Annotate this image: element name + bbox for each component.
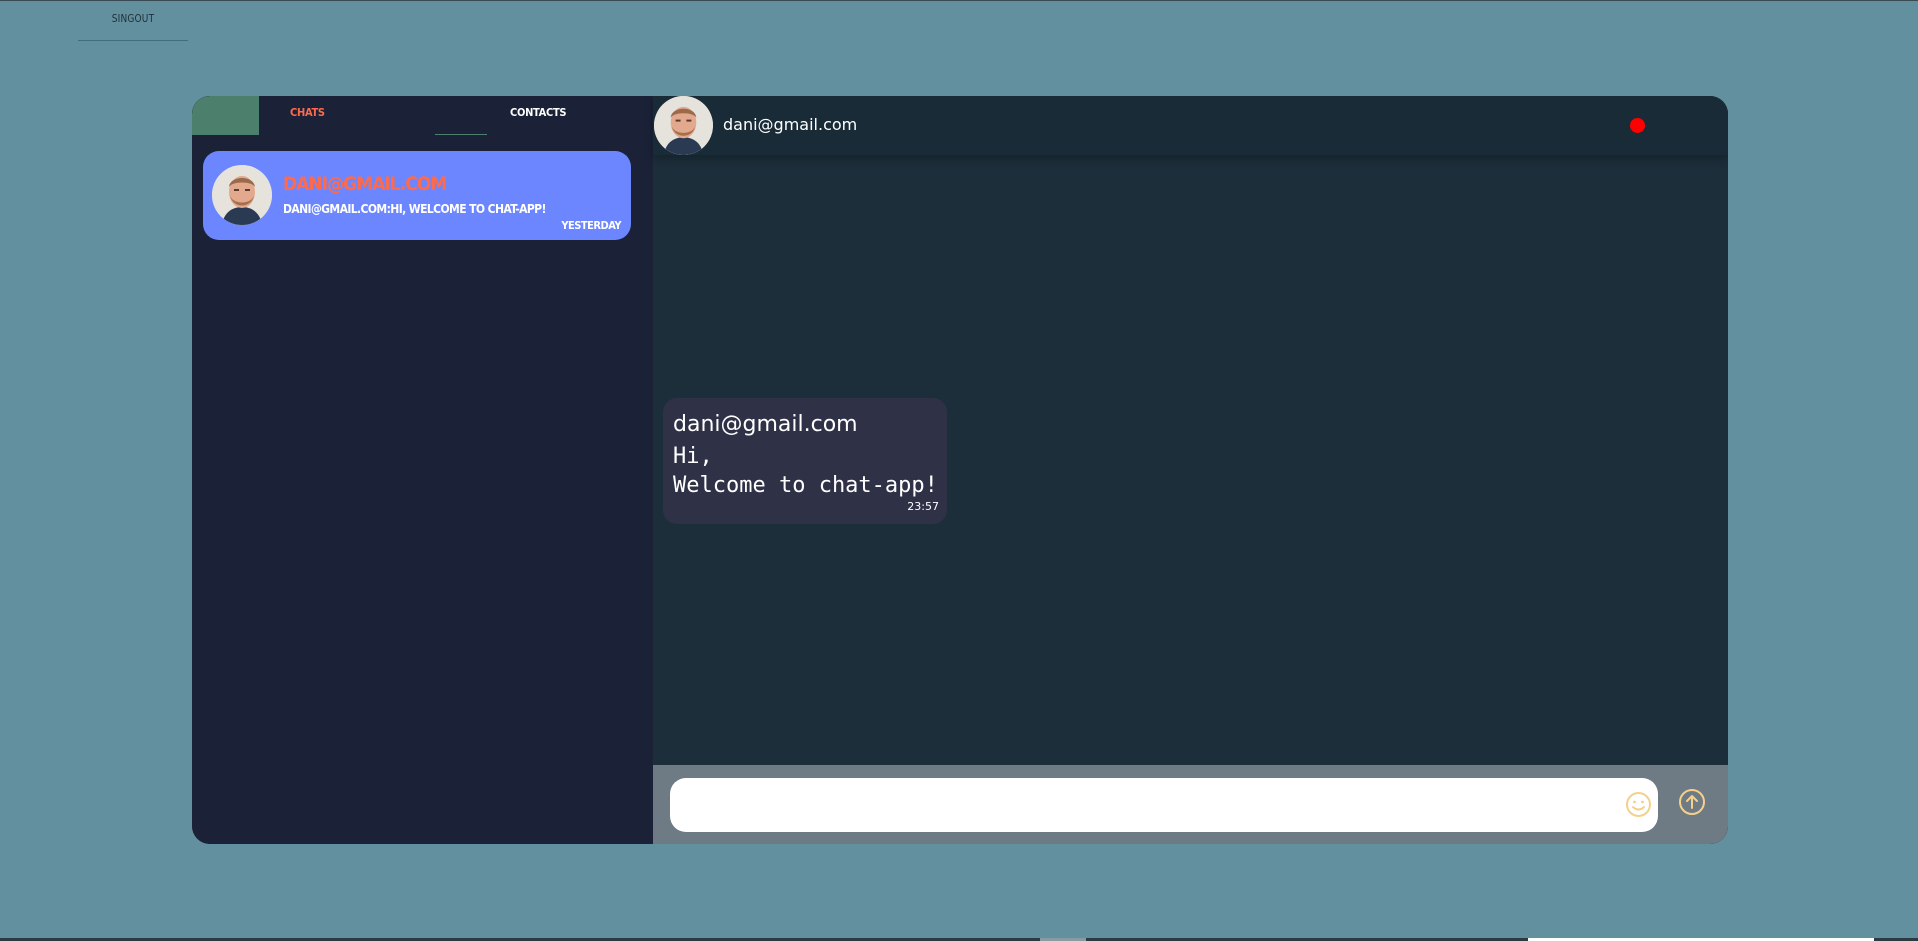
chat-last-message: dani@gmail.com:Hi, Welcome to chat-app!	[283, 202, 546, 216]
conversation-panel: dani@gmail.com dani@gmail.com Hi, Welcom…	[653, 96, 1728, 844]
arrow-up-circle-icon[interactable]	[1678, 788, 1706, 816]
message-composer	[653, 765, 1728, 844]
tab-indicator	[192, 96, 259, 135]
message-input-wrapper	[670, 778, 1658, 832]
avatar	[212, 165, 272, 225]
chat-contact-name: dani@gmail.com	[283, 173, 447, 195]
tab-chats[interactable]: CHATS	[290, 106, 325, 119]
message-text: Hi, Welcome to chat-app!	[673, 444, 938, 498]
status-indicator	[1630, 118, 1645, 133]
avatar	[654, 96, 713, 155]
chat-app: CHATS CONTACTS dani@gmail.com dani@gmail…	[192, 96, 1728, 844]
message-time: 23:57	[907, 500, 939, 513]
chat-list-item[interactable]: dani@gmail.com dani@gmail.com:Hi, Welcom…	[203, 151, 631, 240]
smiley-icon[interactable]	[1625, 791, 1652, 818]
top-border	[0, 0, 1918, 1]
message-input[interactable]	[686, 786, 1590, 826]
tab-contacts[interactable]: CONTACTS	[510, 106, 567, 119]
tab-underline	[435, 134, 487, 135]
sidebar: CHATS CONTACTS dani@gmail.com dani@gmail…	[192, 96, 653, 844]
message-bubble: dani@gmail.com Hi, Welcome to chat-app! …	[663, 398, 947, 524]
message-sender: dani@gmail.com	[673, 412, 858, 437]
chat-timestamp: Yesterday	[561, 219, 621, 232]
conversation-contact-name: dani@gmail.com	[723, 115, 858, 134]
signout-button[interactable]: SINGOUT	[78, 12, 188, 41]
conversation-header: dani@gmail.com	[653, 96, 1728, 155]
